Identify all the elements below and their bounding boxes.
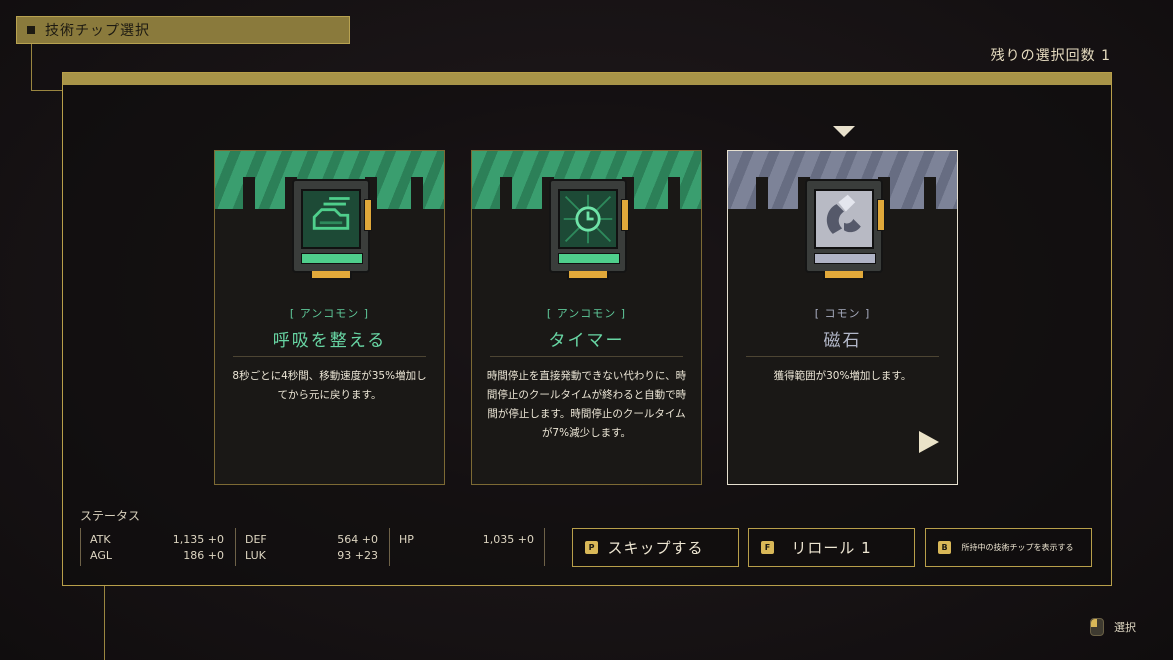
timer-icon [563,194,613,244]
card-divider [746,356,939,357]
reroll-button[interactable]: F リロール 1 [748,528,915,567]
chip-artwork [801,179,889,280]
screen-title: 技術チップ選択 [45,23,150,39]
breath-icon [312,197,350,230]
cursor-arrow-icon [919,431,939,453]
remaining-selections: 残りの選択回数 1 [990,48,1111,64]
card-rarity: [ アンコモン ] [546,307,627,320]
show-owned-chips-button[interactable]: B 所持中の技術チップを表示する [925,528,1092,567]
frame-line [104,586,105,660]
selection-marker-icon [833,126,855,137]
chip-card-timer[interactable]: [ アンコモン ] タイマー 時間停止を直接発動できない代わりに、時間停止のクー… [471,150,702,485]
panel-top-bar [63,73,1111,85]
card-description: 8秒ごとに4秒間、移動速度が35%増加してから元に戻ります。 [232,370,427,401]
card-name: タイマー [548,331,625,351]
skip-button[interactable]: P スキップする [572,528,739,567]
chip-artwork [288,179,376,280]
stat-hp-label: HP [399,533,414,546]
frame-line [31,90,63,91]
stat-luk-label: LUK [245,549,266,562]
screen-title-bar: 技術チップ選択 [16,16,350,44]
stat-atk-value: 1,135 +0 [172,533,224,546]
frame-line [31,44,32,90]
card-name: 呼吸を整える [272,331,387,351]
chip-artwork [545,179,633,280]
card-divider [233,356,426,357]
card-rarity: [ コモン ] [814,307,871,320]
key-f-icon: F [761,541,774,554]
stat-agl-label: AGL [90,549,112,562]
stat-luk-value: 93 +23 [337,549,378,562]
title-square-icon [27,26,35,34]
chip-card-breath[interactable]: [ アンコモン ] 呼吸を整える 8秒ごとに4秒間、移動速度が35%増加してから… [214,150,445,485]
stat-hp-value: 1,035 +0 [482,533,534,546]
stat-agl-value: 186 +0 [183,549,224,562]
status-title: ステータス [80,509,141,523]
card-name: 磁石 [823,331,862,351]
stat-def-value: 564 +0 [337,533,378,546]
select-hint: 選択 [1090,618,1136,636]
chip-card-magnet[interactable]: [ コモン ] 磁石 獲得範囲が30%増加します。 [727,150,958,485]
card-description: 時間停止を直接発動できない代わりに、時間停止のクールタイムが終わると自動で時間が… [486,370,687,439]
key-p-icon: P [585,541,598,554]
mouse-left-icon [1090,618,1104,636]
select-hint-label: 選択 [1114,621,1136,634]
magnet-icon [826,194,861,234]
stat-def-label: DEF [245,533,267,546]
card-description: 獲得範囲が30%増加します。 [773,370,912,382]
stat-atk-label: ATK [90,533,111,546]
card-rarity: [ アンコモン ] [289,307,370,320]
key-b-icon: B [938,541,951,554]
card-divider [490,356,683,357]
